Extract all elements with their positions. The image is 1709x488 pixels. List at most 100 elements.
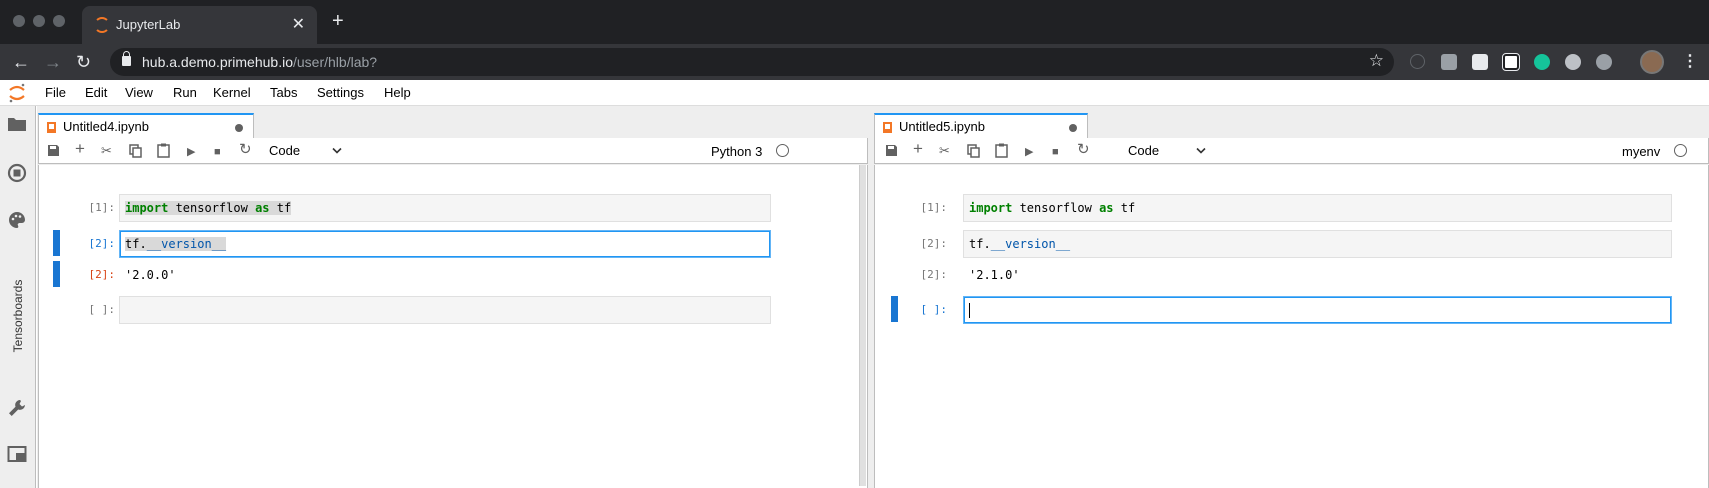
code-cell-3[interactable]: [ ]:: [875, 296, 1675, 324]
left-notebook-tab[interactable]: Untitled4.ipynb: [38, 113, 254, 138]
notebook-scrollbar[interactable]: [859, 165, 866, 486]
output-prompt: [2]:: [920, 268, 948, 281]
browser-tabstrip: JupyterLab ✕ +: [0, 0, 1709, 44]
close-window-button[interactable]: [13, 15, 25, 27]
output-text: '2.1.0': [969, 268, 1020, 282]
close-tab-icon[interactable]: ✕: [292, 14, 305, 34]
menu-kernel[interactable]: Kernel: [213, 85, 251, 100]
run-icon[interactable]: ▶: [1025, 144, 1033, 160]
left-notebook-panel: Untitled4.ipynb + ✂ ▶ ■ ↻ Code Python 3 …: [38, 113, 868, 488]
cut-icon[interactable]: ✂: [939, 143, 950, 159]
power-extension-icon[interactable]: [1596, 54, 1612, 70]
maximize-window-button[interactable]: [53, 15, 65, 27]
browser-toolbar: ← → ↻ hub.a.demo.primehub.io/user/hlb/la…: [0, 44, 1709, 80]
reload-icon[interactable]: ↻: [76, 50, 91, 74]
cell-type-select[interactable]: Code: [1128, 143, 1159, 158]
profile-avatar[interactable]: [1640, 50, 1664, 74]
chevron-down-icon[interactable]: [332, 147, 342, 155]
paste-icon[interactable]: [157, 143, 170, 158]
notion-extension-icon[interactable]: [1502, 53, 1520, 71]
copy-icon[interactable]: [129, 144, 142, 158]
clipboard-extension-icon[interactable]: [1472, 54, 1488, 70]
tensorboards-sidebar-tab[interactable]: Tensorboards: [11, 272, 25, 360]
cell-editor[interactable]: import tensorflow as tf: [119, 194, 771, 222]
right-notebook-tab[interactable]: Untitled5.ipynb: [874, 113, 1088, 138]
unsaved-dot-icon[interactable]: [1069, 124, 1077, 132]
palette-icon[interactable]: [7, 210, 27, 230]
back-arrow-icon[interactable]: ←: [12, 50, 30, 74]
run-icon[interactable]: ▶: [187, 144, 195, 160]
info-extension-icon[interactable]: [1410, 54, 1425, 69]
output-prompt: [2]:: [88, 268, 116, 281]
kernel-name[interactable]: Python 3: [711, 144, 762, 159]
notebook-tab-title: Untitled4.ipynb: [63, 119, 149, 134]
folder-icon[interactable]: [7, 116, 27, 132]
notebook-icon: [47, 122, 56, 133]
cell-output-2: [2]: '2.0.0': [39, 261, 839, 289]
cell-editor[interactable]: [119, 296, 771, 324]
cut-icon[interactable]: ✂: [101, 143, 112, 159]
kernel-status-icon: [1674, 144, 1687, 157]
input-prompt: [ ]:: [88, 303, 116, 316]
cell-output-2: [2]: '2.1.0': [875, 261, 1675, 289]
code-cell-1[interactable]: [1]: import tensorflow as tf: [875, 194, 1675, 222]
record-extension-icon[interactable]: [1565, 54, 1581, 70]
lock-icon[interactable]: [122, 51, 131, 66]
copy-icon[interactable]: [967, 144, 980, 158]
browser-tab-jupyterlab[interactable]: JupyterLab ✕: [82, 6, 317, 44]
new-tab-button[interactable]: +: [332, 11, 344, 31]
stop-icon[interactable]: ■: [214, 144, 221, 160]
menu-tabs[interactable]: Tabs: [270, 85, 297, 100]
menu-view[interactable]: View: [125, 85, 153, 100]
kernel-status-icon: [776, 144, 789, 157]
minimize-window-button[interactable]: [33, 15, 45, 27]
menu-settings[interactable]: Settings: [317, 85, 364, 100]
notebook-icon: [883, 122, 892, 133]
code-cell-2[interactable]: [2]: tf.__version__: [875, 230, 1675, 258]
grammarly-extension-icon[interactable]: [1534, 54, 1550, 70]
chevron-down-icon[interactable]: [1196, 147, 1206, 155]
paste-icon[interactable]: [995, 143, 1008, 158]
tabs-icon[interactable]: [7, 445, 27, 463]
camera-extension-icon[interactable]: [1441, 54, 1457, 70]
url-text[interactable]: hub.a.demo.primehub.io/user/hlb/lab?: [142, 54, 377, 70]
menu-file[interactable]: File: [45, 85, 66, 100]
input-prompt: [2]:: [88, 237, 116, 250]
browser-tab-title: JupyterLab: [116, 17, 181, 32]
restart-icon[interactable]: ↻: [239, 142, 252, 158]
add-cell-icon[interactable]: +: [913, 140, 923, 157]
input-prompt: [1]:: [88, 201, 116, 214]
code-cell-3[interactable]: [ ]:: [39, 296, 839, 324]
input-prompt: [2]:: [920, 237, 948, 250]
cell-editor[interactable]: tf.__version__: [119, 230, 771, 258]
menu-edit[interactable]: Edit: [85, 85, 107, 100]
kernel-name[interactable]: myenv: [1622, 144, 1660, 159]
stop-icon[interactable]: ■: [1052, 144, 1059, 160]
input-prompt: [1]:: [920, 201, 948, 214]
cell-editor[interactable]: tf.__version__: [963, 230, 1672, 258]
jupyterlab-menubar: File Edit View Run Kernel Tabs Settings …: [0, 80, 1709, 106]
restart-icon[interactable]: ↻: [1077, 142, 1090, 158]
code-cell-2[interactable]: [2]: tf.__version__: [39, 230, 839, 258]
jupyter-favicon-icon: [94, 17, 110, 33]
bookmark-star-icon[interactable]: ☆: [1369, 51, 1384, 71]
wrench-icon[interactable]: [7, 398, 27, 418]
browser-menu-icon[interactable]: ⋮: [1682, 51, 1698, 71]
add-cell-icon[interactable]: +: [75, 140, 85, 157]
notebook-body: [1]: import tensorflow as tf [2]: tf.__v…: [874, 165, 1709, 488]
unsaved-dot-icon[interactable]: [235, 124, 243, 132]
forward-arrow-icon[interactable]: →: [44, 50, 62, 74]
output-text: '2.0.0': [125, 268, 176, 282]
cell-editor[interactable]: [963, 296, 1672, 324]
left-sidebar: Tensorboards: [0, 106, 36, 488]
save-icon[interactable]: [885, 144, 898, 157]
menu-run[interactable]: Run: [173, 85, 197, 100]
code-cell-1[interactable]: [1]: import tensorflow as tf: [39, 194, 839, 222]
save-icon[interactable]: [47, 144, 60, 157]
cell-editor[interactable]: import tensorflow as tf: [963, 194, 1672, 222]
jupyter-logo-icon: [9, 83, 25, 103]
running-sessions-icon[interactable]: [7, 163, 27, 183]
menu-help[interactable]: Help: [384, 85, 411, 100]
cell-type-select[interactable]: Code: [269, 143, 300, 158]
address-bar[interactable]: hub.a.demo.primehub.io/user/hlb/lab? ☆: [110, 48, 1394, 76]
